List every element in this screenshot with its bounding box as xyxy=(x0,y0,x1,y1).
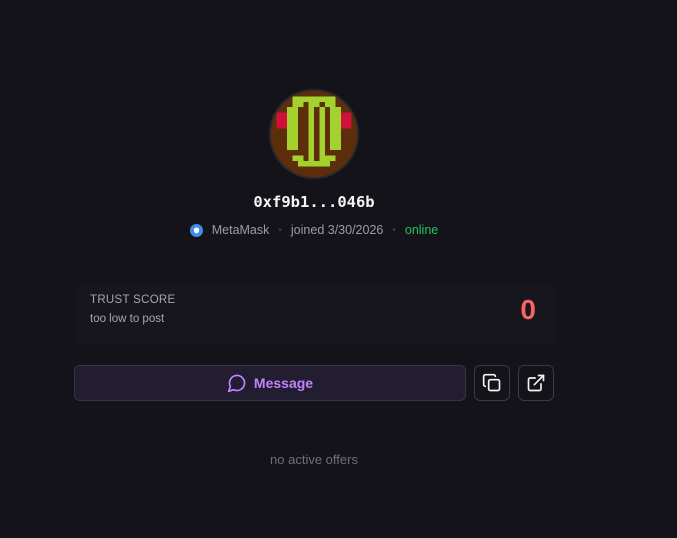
joined-date: joined 3/30/2026 xyxy=(290,223,384,237)
trust-score-value: 0 xyxy=(520,294,536,325)
open-external-button[interactable] xyxy=(518,365,554,401)
separator-dot: • xyxy=(392,224,396,236)
trust-score-title: TRUST SCORE xyxy=(90,294,176,306)
profile-meta: MetaMask • joined 3/30/2026 • online xyxy=(0,223,628,237)
separator-dot: • xyxy=(278,224,282,236)
pixel-avatar-icon xyxy=(271,91,357,177)
wallet-address: 0xf9b1...046b xyxy=(253,193,375,211)
message-circle-icon xyxy=(227,374,246,393)
trust-score-card: TRUST SCORE too low to post 0 xyxy=(76,283,556,345)
trust-score-subtitle: too low to post xyxy=(90,313,165,325)
copy-address-button[interactable] xyxy=(474,365,510,401)
metamask-icon xyxy=(189,223,203,237)
status-badge: online xyxy=(404,223,439,237)
avatar xyxy=(271,91,357,177)
wallet-name: MetaMask xyxy=(211,223,270,237)
external-link-icon xyxy=(527,374,545,392)
message-button[interactable]: Message xyxy=(74,365,466,401)
empty-offers-text: no active offers xyxy=(270,452,358,467)
copy-icon xyxy=(482,373,501,392)
message-button-label: Message xyxy=(253,375,314,391)
